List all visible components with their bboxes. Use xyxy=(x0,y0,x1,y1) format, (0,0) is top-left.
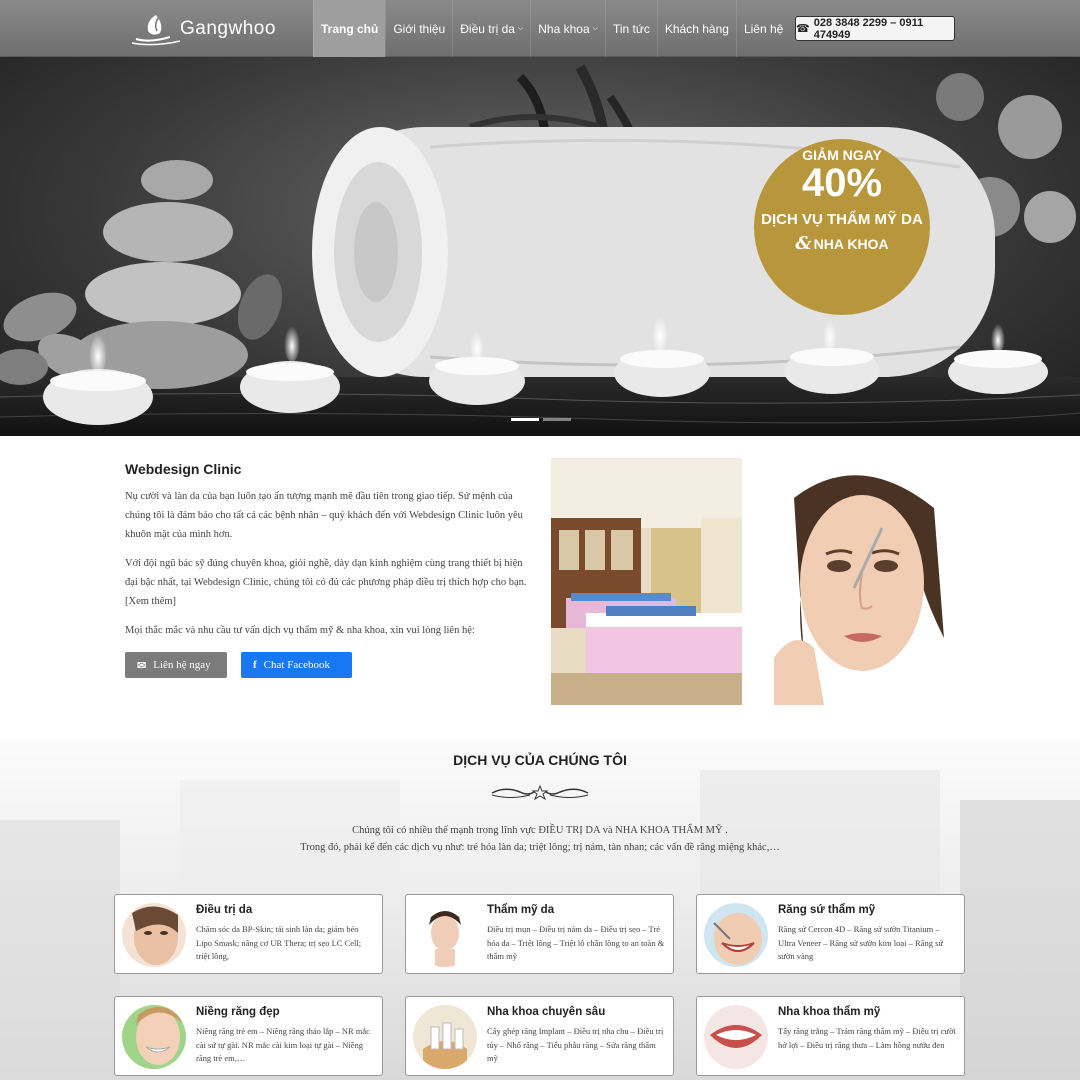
nav-label: Tin tức xyxy=(612,21,650,36)
about-paragraph-2: Với đội ngũ bác sỹ đúng chuyên khoa, giỏ… xyxy=(125,554,530,611)
promo-line4: NHA KHOA xyxy=(813,236,889,252)
ornament-divider-icon xyxy=(491,784,589,801)
services-title: DỊCH VỤ CỦA CHÚNG TÔI xyxy=(453,752,627,768)
nav-item-home[interactable]: Trang chủ xyxy=(313,0,386,57)
contact-now-button[interactable]: ✉ Liên hệ ngay xyxy=(125,652,227,678)
mail-icon: ✉ xyxy=(137,659,147,672)
slider-dot[interactable] xyxy=(511,418,539,421)
service-card-desc: Niềng răng trẻ em – Niềng răng tháo lắp … xyxy=(196,1026,370,1063)
site-header: Gangwhoo Trang chủ Giới thiệu Điều trị d… xyxy=(0,0,1080,57)
phone-number: 028 3848 2299 – 0911 474949 xyxy=(813,16,924,41)
nav-item-contact[interactable]: Liên hệ xyxy=(735,0,790,57)
nav-label: Nha khoa xyxy=(538,21,590,36)
nav-item-about[interactable]: Giới thiệu xyxy=(385,0,452,57)
phone-button[interactable]: ☎ 028 3848 2299 – 0911 474949 xyxy=(795,16,955,41)
service-card-desc: Cấy ghép răng Implant – Điều trị nha chu… xyxy=(487,1026,664,1063)
chat-facebook-button[interactable]: f Chat Facebook xyxy=(241,652,352,678)
service-card-desc: Tẩy răng trắng – Trám răng thẩm mỹ – Điề… xyxy=(778,1026,956,1050)
service-card-desc: Chăm sóc da BP-Skin; tái sinh làn da; gi… xyxy=(196,924,362,961)
clinic-room-photo xyxy=(551,458,742,705)
nav-label: Liên hệ xyxy=(743,21,784,36)
service-card-skin-treatment[interactable]: Điều trị da Chăm sóc da BP-Skin; tái sin… xyxy=(114,894,383,974)
service-avatar xyxy=(704,903,768,967)
service-card-cosmetic-skin[interactable]: Thẩm mỹ da Điều trị mụn – Điều trị nám d… xyxy=(405,894,674,974)
service-avatar xyxy=(122,903,186,967)
service-card-title: Răng sứ thẩm mỹ xyxy=(778,904,876,916)
service-card-title: Niềng răng đẹp xyxy=(196,1006,280,1018)
slider-dots xyxy=(511,418,571,421)
slider-dot[interactable] xyxy=(543,418,571,421)
service-card-desc: Điều trị mụn – Điều trị nám da – Điều tr… xyxy=(487,924,665,961)
service-card-porcelain-teeth[interactable]: Răng sứ thẩm mỹ Răng sứ Cercon 4D – Răng… xyxy=(696,894,965,974)
nav-item-dental[interactable]: Nha khoa ⌵ xyxy=(530,0,605,57)
logo[interactable]: Gangwhoo xyxy=(130,8,300,50)
nav-label: Khách hàng xyxy=(664,21,729,36)
service-card-cosmetic-dental[interactable]: Nha khoa thẩm mỹ Tẩy răng trắng – Trám r… xyxy=(696,996,965,1076)
chat-facebook-label: Chat Facebook xyxy=(263,659,330,671)
about-paragraph-3: Mọi thắc mắc và nhu cầu tư vấn dịch vụ t… xyxy=(125,625,475,636)
main-nav: Trang chủ Giới thiệu Điều trị da ⌵ Nha kh… xyxy=(313,0,790,57)
service-avatar xyxy=(122,1005,186,1069)
phone-icon: ☎ xyxy=(796,23,810,35)
service-card-title: Điều trị da xyxy=(196,904,253,916)
nav-item-skin-treatment[interactable]: Điều trị da ⌵ xyxy=(452,0,530,57)
services-intro: Chúng tôi có nhiều thế mạnh trong lĩnh v… xyxy=(240,822,840,856)
nav-item-customers[interactable]: Khách hàng xyxy=(656,0,736,57)
hero-slider[interactable]: GIẢM NGAY 40% DỊCH VỤ THẨM MỸ DA & NHA KH… xyxy=(0,57,1080,436)
service-card-advanced-dental[interactable]: Nha khoa chuyên sâu Cấy ghép răng Implan… xyxy=(405,996,674,1076)
service-avatar xyxy=(413,903,477,967)
service-avatar xyxy=(413,1005,477,1069)
service-avatar xyxy=(704,1005,768,1069)
chevron-down-icon: ⌵ xyxy=(592,24,598,32)
service-card-title: Nha khoa chuyên sâu xyxy=(487,1006,606,1018)
service-card-title: Nha khoa thẩm mỹ xyxy=(778,1006,881,1018)
about-section: Webdesign Clinic Nụ cười và làn da của b… xyxy=(125,461,530,650)
about-paragraph: Nụ cười và làn da của bạn luôn tạo ấn tư… xyxy=(125,491,523,540)
read-more-link[interactable]: [Xem thêm] xyxy=(125,596,176,607)
service-card-braces[interactable]: Niềng răng đẹp Niềng răng trẻ em – Niềng… xyxy=(114,996,383,1076)
facebook-icon: f xyxy=(253,659,257,671)
promo-ampersand: & xyxy=(795,233,812,254)
services-intro-line1: Chúng tôi có nhiều thế mạnh trong lĩnh v… xyxy=(352,825,728,836)
promo-discount: 40% xyxy=(801,161,883,205)
service-card-title: Thẩm mỹ da xyxy=(487,904,555,916)
woman-face-photo xyxy=(764,458,955,705)
services-intro-line2: Trong đó, phải kể đến các dịch vụ như: t… xyxy=(300,842,780,853)
nav-label: Trang chủ xyxy=(321,21,379,36)
contact-now-label: Liên hệ ngay xyxy=(153,659,211,671)
nav-item-news[interactable]: Tin tức xyxy=(604,0,657,57)
nav-label: Điều trị da xyxy=(460,21,515,36)
promo-badge: GIẢM NGAY 40% DỊCH VỤ THẨM MỸ DA & NHA KH… xyxy=(754,139,930,315)
logo-text: Gangwhoo xyxy=(180,18,276,39)
about-paragraph-2-text: Với đội ngũ bác sỹ đúng chuyên khoa, giỏ… xyxy=(125,558,527,588)
chevron-down-icon: ⌵ xyxy=(517,24,524,32)
nav-label: Giới thiệu xyxy=(393,21,446,36)
promo-line4-wrap: & NHA KHOA xyxy=(754,233,930,254)
promo-line3: DỊCH VỤ THẨM MỸ DA xyxy=(761,211,923,228)
about-title: Webdesign Clinic xyxy=(125,461,242,477)
service-card-desc: Răng sứ Cercon 4D – Răng sứ sườn Titaniu… xyxy=(778,924,943,961)
logo-icon xyxy=(131,15,181,46)
